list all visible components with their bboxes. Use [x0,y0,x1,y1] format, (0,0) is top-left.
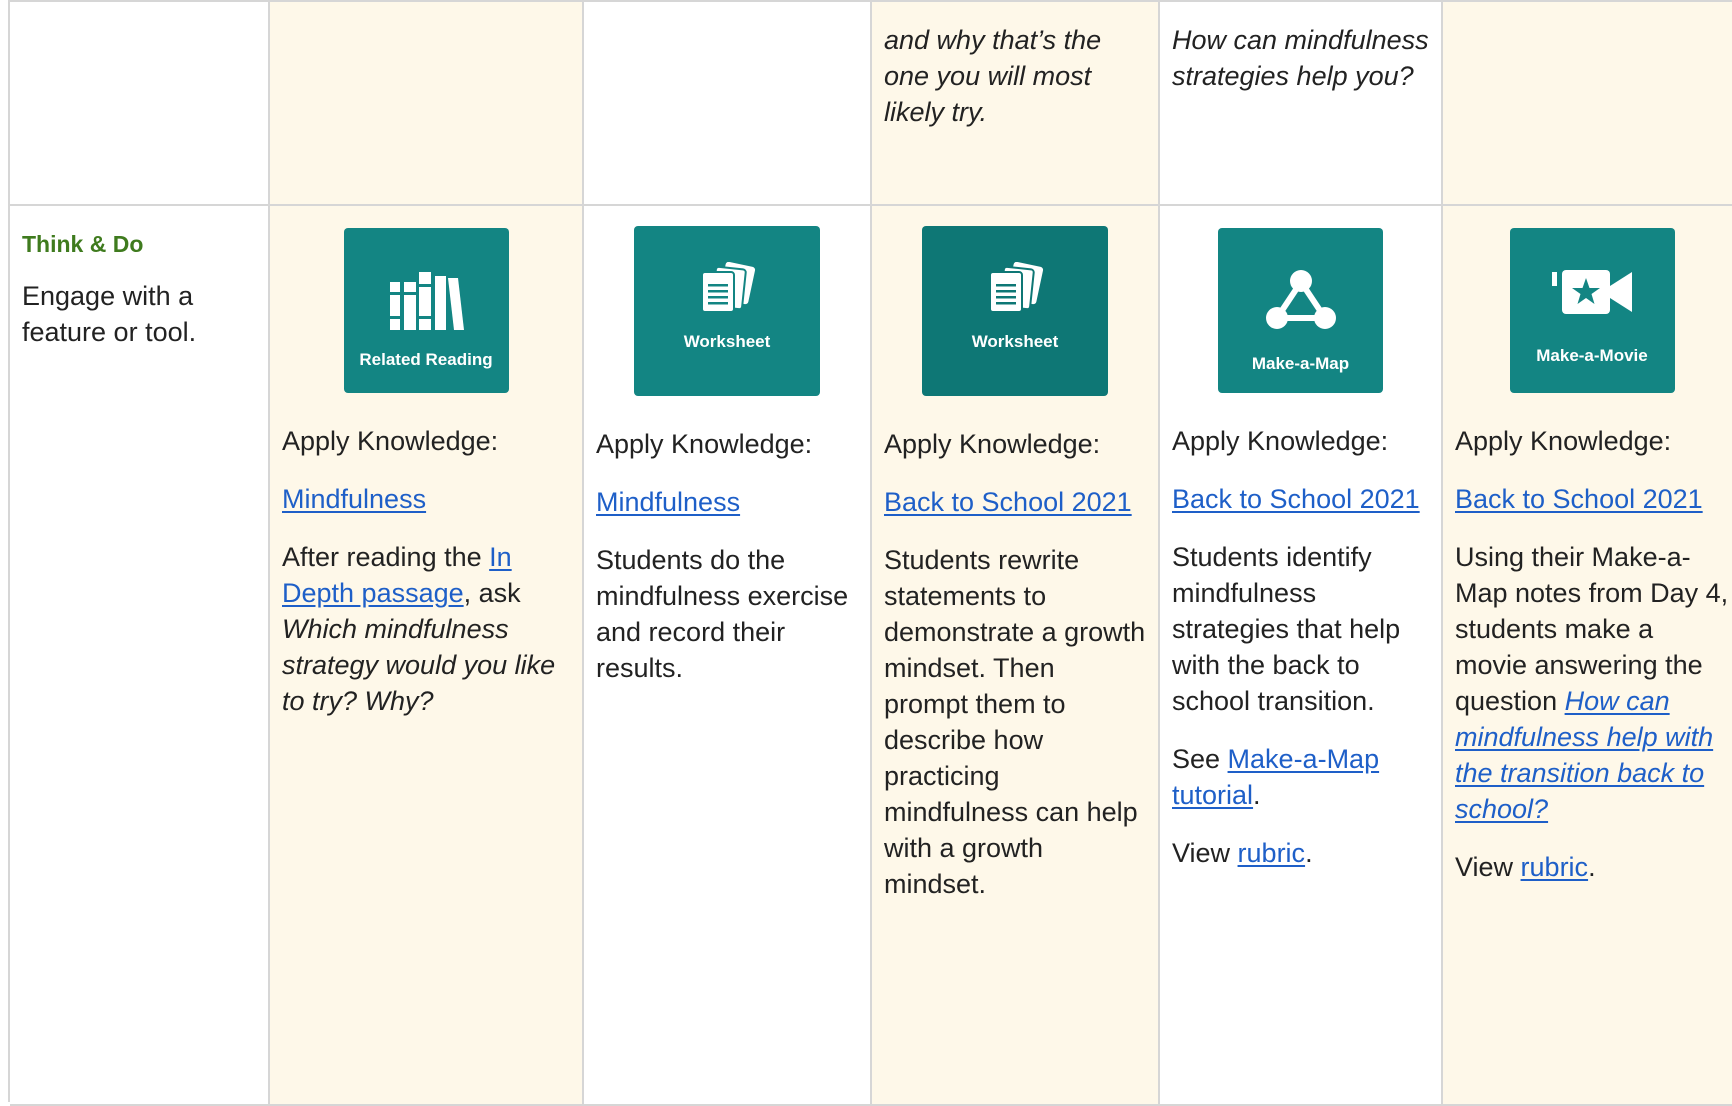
view-prefix: View [1455,852,1521,882]
instructions-text-mid: , ask [463,578,521,608]
make-a-map-tile[interactable]: Make-a-Map [1218,228,1383,393]
make-a-movie-tile[interactable]: Make-a-Movie [1509,228,1675,393]
worksheet-tile-label: Worksheet [971,332,1059,351]
lesson-plan-table: and why that’s the one you will most lik… [8,0,1732,1106]
topic-link-mindfulness[interactable]: Mindfulness [282,484,426,514]
movie-camera-icon [1552,270,1632,314]
tool-cell-related-reading: Related Reading Apply Knowledge: Mindful… [270,206,584,1106]
think-do-heading: Think & Do [22,231,144,257]
books-icon [390,272,464,330]
think-do-description: Engage with a feature or tool. [22,281,197,347]
topic-link-back-to-school-2021[interactable]: Back to School 2021 [884,487,1132,517]
see-prefix: See [1172,744,1228,774]
view-prefix: View [1172,838,1238,868]
top-row-cell-3: and why that’s the one you will most lik… [872,2,1160,206]
tool-cell-worksheet-2: Worksheet Apply Knowledge: Back to Schoo… [872,206,1160,1106]
instructions-text-start: After reading the [282,542,490,572]
top-row-prompt-text: and why that’s the one you will most lik… [884,25,1102,127]
worksheet-tile-2[interactable]: Worksheet [922,226,1108,396]
make-a-map-tile-label: Make-a-Map [1251,354,1350,373]
rubric-line: View rubric. [1455,849,1729,885]
tool-cell-make-a-map: Make-a-Map Apply Knowledge: Back to Scho… [1160,206,1443,1106]
worksheet-tile-1[interactable]: Worksheet [634,226,820,396]
top-row-cell-5 [1443,2,1732,206]
growth-mindset-description: Students rewrite statements to demonstra… [884,545,1146,899]
reflection-question: Which mindfulness strategy would you lik… [282,614,556,716]
worksheet-tile-label: Worksheet [683,332,771,351]
rubric-line: View rubric. [1172,835,1429,871]
top-row-cell-1 [270,2,584,206]
make-a-movie-tile-label: Make-a-Movie [1536,346,1648,365]
think-do-label-cell: Think & Do Engage with a feature or tool… [10,206,270,1106]
worksheet-icon [989,262,1044,313]
make-a-map-description: Students identify mindfulness strategies… [1172,542,1401,716]
apply-knowledge-label: Apply Knowledge: [282,426,499,456]
concept-map-icon [1265,270,1336,329]
topic-link-back-to-school-2021[interactable]: Back to School 2021 [1172,484,1420,514]
see-suffix: . [1253,780,1261,810]
apply-knowledge-label: Apply Knowledge: [596,429,813,459]
tool-cell-make-a-movie: Make-a-Movie Apply Knowledge: Back to Sc… [1443,206,1732,1106]
tool-cell-worksheet-1: Worksheet Apply Knowledge: Mindfulness S… [584,206,872,1106]
view-suffix: . [1305,838,1313,868]
rubric-link[interactable]: rubric [1521,852,1589,882]
rubric-link[interactable]: rubric [1238,838,1306,868]
related-reading-tile[interactable]: Related Reading [343,228,509,393]
top-row-cell-2 [584,2,872,206]
apply-knowledge-label: Apply Knowledge: [1172,426,1389,456]
worksheet-description: Students do the mindfulness exercise and… [596,545,849,683]
apply-knowledge-label: Apply Knowledge: [884,429,1101,459]
make-a-movie-description: Using their Make-a-Map notes from Day 4,… [1455,539,1729,827]
related-reading-instructions: After reading the In Depth passage, ask … [282,539,570,719]
top-row-label-cell [10,2,270,206]
worksheet-icon [701,262,756,313]
topic-link-mindfulness[interactable]: Mindfulness [596,487,740,517]
top-row-cell-4: How can mindfulness strategies help you? [1160,2,1443,206]
top-row-question-text: How can mindfulness strategies help you? [1172,25,1429,91]
view-suffix: . [1588,852,1596,882]
apply-knowledge-label: Apply Knowledge: [1455,426,1672,456]
tutorial-line: See Make-a-Map tutorial. [1172,741,1429,813]
related-reading-tile-label: Related Reading [359,350,493,369]
topic-link-back-to-school-2021[interactable]: Back to School 2021 [1455,484,1703,514]
